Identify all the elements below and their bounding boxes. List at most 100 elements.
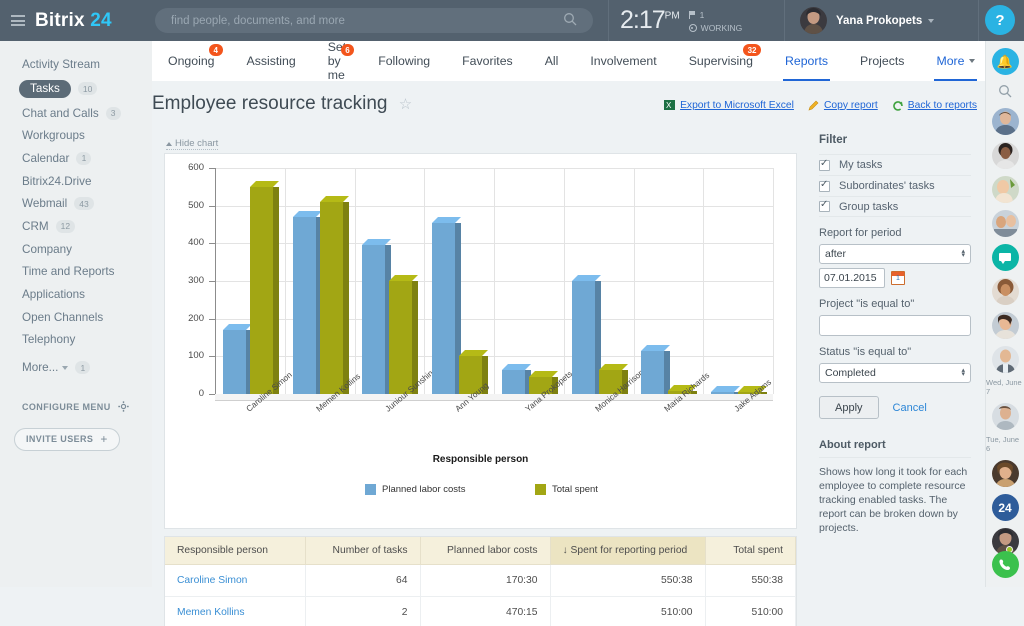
table-row[interactable]: Memen Kollins 2 470:15 510:00 510:00 <box>165 597 796 626</box>
contact-avatar[interactable] <box>992 346 1019 373</box>
checkbox-icon[interactable] <box>819 201 830 212</box>
back-to-reports-action[interactable]: Back to reports <box>892 99 982 111</box>
menu-toggle-icon[interactable] <box>11 15 25 26</box>
export-to-excel-action[interactable]: X Export to Microsoft Excel <box>664 99 799 111</box>
rail-search-icon[interactable] <box>998 84 1012 101</box>
chart-bar[interactable] <box>432 223 455 394</box>
work-status[interactable]: WORKING <box>689 22 743 35</box>
tab-ongoing[interactable]: Ongoing 4 <box>152 41 231 81</box>
configure-menu-button[interactable]: CONFIGURE MENU <box>0 401 152 414</box>
apply-button[interactable]: Apply <box>819 396 879 419</box>
chart-bar[interactable] <box>389 281 412 394</box>
time-tracker[interactable]: 2:17PM 1 WORKING <box>620 0 742 41</box>
hide-chart-toggle[interactable]: Hide chart <box>166 138 218 150</box>
column-number-of-tasks[interactable]: Number of tasks <box>305 537 420 565</box>
sidebar-item-telephony[interactable]: Telephony <box>0 329 152 352</box>
checkbox-icon[interactable] <box>819 181 830 192</box>
sidebar-item-calendar[interactable]: Calendar 1 <box>0 147 152 170</box>
flag-counter[interactable]: 1 <box>689 9 743 22</box>
chart-bar[interactable] <box>293 217 316 394</box>
report-period-select[interactable]: after ▴▾ <box>819 244 971 264</box>
back-to-reports-link[interactable]: Back to reports <box>908 100 977 111</box>
chart-bar[interactable] <box>502 370 525 394</box>
status-filter-select[interactable]: Completed ▴▾ <box>819 363 971 383</box>
avatar[interactable] <box>800 7 827 34</box>
notifications-bell-icon[interactable]: 🔔 <box>992 48 1019 75</box>
contact-avatar[interactable] <box>992 278 1019 305</box>
sidebar-item-applications[interactable]: Applications <box>0 283 152 306</box>
contact-avatar[interactable] <box>992 176 1019 203</box>
cancel-button[interactable]: Cancel <box>893 402 927 414</box>
help-button[interactable]: ? <box>985 5 1015 35</box>
table-row[interactable]: Caroline Simon 64 170:30 550:38 550:38 <box>165 565 796 597</box>
person-link[interactable]: Caroline Simon <box>177 575 247 586</box>
chart-bar[interactable] <box>572 281 595 394</box>
tab-involvement[interactable]: Involvement <box>574 41 672 81</box>
cell-planned-labor-costs: 470:15 <box>420 597 550 626</box>
filter-checkbox-subordinates-tasks[interactable]: Subordinates' tasks <box>819 175 971 196</box>
chart-card: 0100200300400500600Caroline SimonMemen K… <box>164 153 797 529</box>
app-logo[interactable]: Bitrix 24 <box>35 10 112 32</box>
chart-bar[interactable] <box>641 351 664 394</box>
contact-avatar[interactable] <box>992 108 1019 135</box>
chart-bar[interactable] <box>711 392 734 394</box>
tab-label: Involvement <box>590 54 656 68</box>
contact-avatar[interactable] <box>992 460 1019 487</box>
chart-bar[interactable] <box>320 202 343 394</box>
tab-favorites[interactable]: Favorites <box>446 41 529 81</box>
cell-responsible-person: Memen Kollins <box>165 597 305 626</box>
contact-avatar[interactable] <box>992 403 1019 430</box>
invite-users-button[interactable]: INVITE USERS + <box>14 428 120 451</box>
contact-avatar[interactable] <box>992 210 1019 237</box>
tab-reports[interactable]: Reports <box>769 41 844 81</box>
tab-projects[interactable]: Projects <box>844 41 920 81</box>
project-filter-input[interactable] <box>819 315 971 336</box>
favorite-star-icon[interactable]: ☆ <box>399 96 412 113</box>
sidebar-item-company[interactable]: Company <box>0 238 152 261</box>
chart-bar[interactable] <box>362 245 385 394</box>
bitrix24-icon[interactable]: 24 <box>992 494 1019 521</box>
tab-supervising[interactable]: Supervising 32 <box>673 41 769 81</box>
search-input[interactable] <box>155 14 563 28</box>
contact-avatar[interactable] <box>992 312 1019 339</box>
calendar-icon[interactable] <box>891 271 905 285</box>
tab-assisting[interactable]: Assisting <box>231 41 312 81</box>
sidebar-item-crm[interactable]: CRM 12 <box>0 215 152 238</box>
copy-report-action[interactable]: Copy report <box>808 99 883 111</box>
export-to-excel-link[interactable]: Export to Microsoft Excel <box>680 100 794 111</box>
sidebar-item-workgroups[interactable]: Workgroups <box>0 124 152 147</box>
sidebar-item-bitrix24-drive[interactable]: Bitrix24.Drive <box>0 170 152 193</box>
filter-checkbox-my-tasks[interactable]: My tasks <box>819 154 971 175</box>
checkbox-icon[interactable] <box>819 160 830 171</box>
chevron-down-icon[interactable] <box>928 19 934 23</box>
live-feed-icon[interactable] <box>992 244 1019 271</box>
chart-bar[interactable] <box>250 187 273 394</box>
sidebar-item-activity-stream[interactable]: Activity Stream <box>0 53 152 76</box>
phone-call-button[interactable] <box>992 551 1019 578</box>
tab-all[interactable]: All <box>529 41 575 81</box>
contact-avatar[interactable] <box>992 142 1019 169</box>
checkbox-label: Group tasks <box>839 201 898 213</box>
sidebar-item-more[interactable]: More... 1 <box>0 356 152 379</box>
excel-icon: X <box>664 99 676 111</box>
global-search[interactable] <box>155 8 593 33</box>
tab-more[interactable]: More <box>920 41 991 81</box>
person-link[interactable]: Memen Kollins <box>177 607 245 618</box>
sidebar-item-time-and-reports[interactable]: Time and Reports <box>0 261 152 284</box>
report-date-input[interactable]: 07.01.2015 <box>819 268 885 288</box>
column-responsible-person[interactable]: Responsible person <box>165 537 305 565</box>
sidebar-item-label: Open Channels <box>22 311 103 324</box>
column-planned-labor-costs[interactable]: Planned labor costs <box>420 537 550 565</box>
sidebar-item-chat-and-calls[interactable]: Chat and Calls 3 <box>0 102 152 125</box>
sidebar-item-open-channels[interactable]: Open Channels <box>0 306 152 329</box>
user-menu[interactable]: Yana Prokopets <box>800 0 934 41</box>
column-spent-for-reporting-period[interactable]: ↓ Spent for reporting period <box>550 537 705 565</box>
column-total-spent[interactable]: Total spent <box>705 537 796 565</box>
copy-report-link[interactable]: Copy report <box>824 100 878 111</box>
tab-set-by-me[interactable]: Set by me 6 <box>312 41 362 81</box>
filter-checkbox-group-tasks[interactable]: Group tasks <box>819 196 971 217</box>
tab-following[interactable]: Following <box>362 41 446 81</box>
chart-bar[interactable] <box>223 330 246 394</box>
sidebar-item-webmail[interactable]: Webmail 43 <box>0 192 152 215</box>
sidebar-item-tasks[interactable]: Tasks 10 <box>0 76 152 102</box>
